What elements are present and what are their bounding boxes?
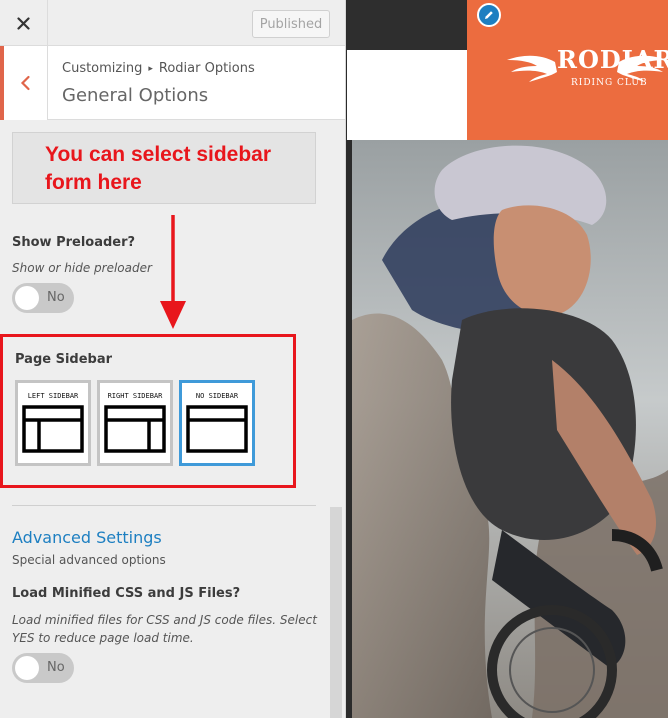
right-sidebar-option-label: RIGHT SIDEBAR xyxy=(107,392,163,400)
minified-toggle-label: No xyxy=(47,660,65,675)
preview-nav-bar xyxy=(347,0,467,50)
close-icon xyxy=(17,16,30,30)
close-button[interactable] xyxy=(0,0,48,46)
arrow-down-icon xyxy=(160,215,186,329)
chevron-left-icon xyxy=(20,75,30,91)
section-divider xyxy=(12,505,316,506)
advanced-settings-title[interactable]: Advanced Settings xyxy=(12,528,162,547)
preloader-toggle[interactable]: No xyxy=(12,283,74,313)
toggle-knob xyxy=(15,656,39,680)
preloader-label: Show Preloader? xyxy=(12,235,136,250)
section-title: General Options xyxy=(62,85,209,106)
pencil-icon[interactable] xyxy=(477,3,501,27)
toggle-knob xyxy=(15,286,39,310)
section-header: Customizing ▸ Rodiar Options General Optio… xyxy=(0,46,345,120)
hero-image xyxy=(352,140,668,718)
left-sidebar-option[interactable]: LEFT SIDEBAR xyxy=(15,380,91,466)
left-sidebar-layout-icon xyxy=(22,405,84,453)
breadcrumb-separator-icon: ▸ xyxy=(148,64,153,74)
preloader-toggle-label: No xyxy=(47,290,65,305)
back-button[interactable] xyxy=(0,46,48,120)
customizer-header: Published xyxy=(0,0,345,46)
breadcrumb-root: Customizing xyxy=(62,61,143,76)
minified-description: Load minified files for CSS and JS code … xyxy=(12,613,317,645)
site-logo-title: RODIAR xyxy=(557,45,668,74)
no-sidebar-layout-icon xyxy=(186,405,248,453)
breadcrumb: Customizing ▸ Rodiar Options xyxy=(62,61,255,76)
site-preview: RODIAR RIDING CLUB xyxy=(347,0,668,718)
advanced-settings-subtitle: Special advanced options xyxy=(12,553,166,567)
no-sidebar-option-label: NO SIDEBAR xyxy=(195,392,239,400)
scrollbar[interactable] xyxy=(330,507,342,718)
minified-toggle[interactable]: No xyxy=(12,653,74,683)
annotation-callout: You can select sidebar form here xyxy=(12,132,316,204)
breadcrumb-parent: Rodiar Options xyxy=(158,61,255,76)
publish-button[interactable]: Published xyxy=(252,10,330,38)
no-sidebar-option[interactable]: NO SIDEBAR xyxy=(179,380,255,466)
site-logo-subtitle: RIDING CLUB xyxy=(571,78,648,88)
preview-header-area xyxy=(347,50,467,140)
page-sidebar-label: Page Sidebar xyxy=(15,352,113,367)
right-sidebar-layout-icon xyxy=(104,405,166,453)
annotation-text: You can select sidebar form here xyxy=(45,143,272,194)
right-sidebar-option[interactable]: RIGHT SIDEBAR xyxy=(97,380,173,466)
site-logo-block: RODIAR RIDING CLUB xyxy=(467,0,668,140)
customizer-panel: Published Customizing ▸ Rodiar Options Gen… xyxy=(0,0,346,718)
minified-label: Load Minified CSS and JS Files? xyxy=(12,586,241,601)
preloader-description: Show or hide preloader xyxy=(12,261,152,275)
left-sidebar-option-label: LEFT SIDEBAR xyxy=(27,392,79,400)
